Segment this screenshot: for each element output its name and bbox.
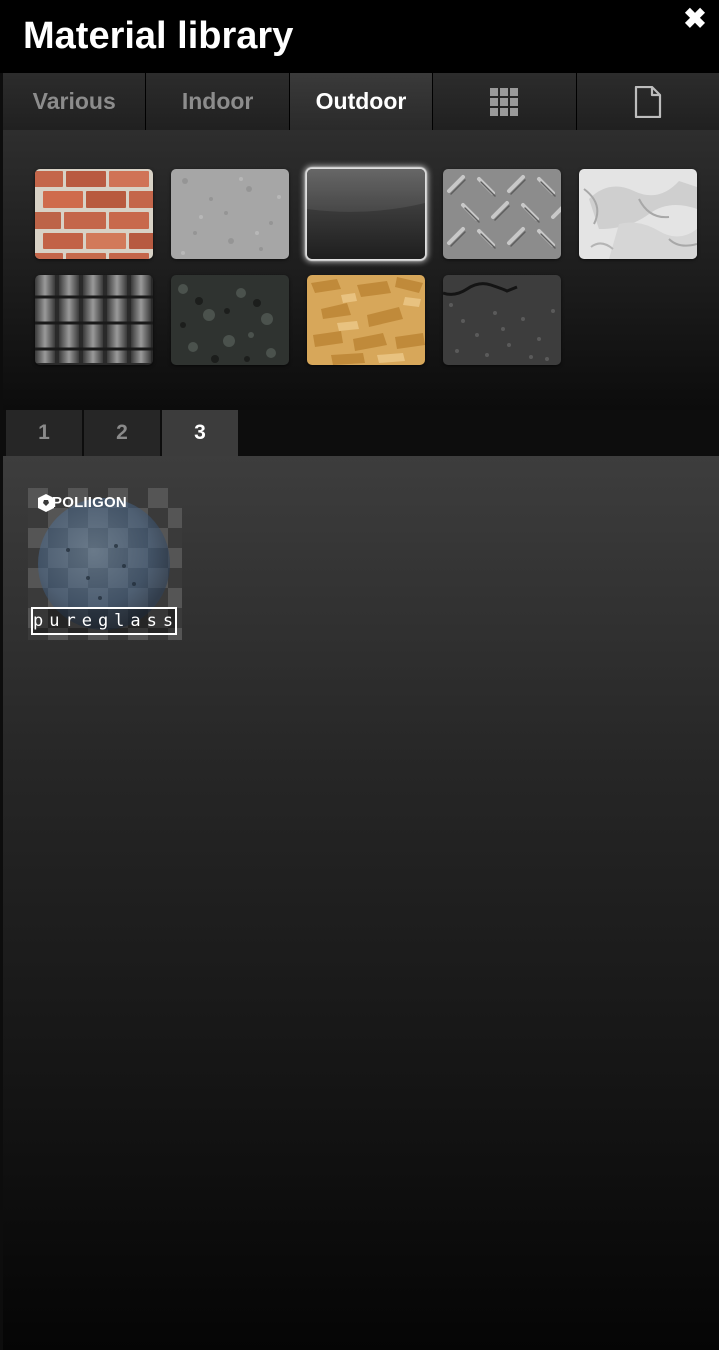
- tab-various[interactable]: Various: [3, 73, 146, 130]
- page-tab-3[interactable]: 3: [162, 410, 238, 456]
- material-dark-granite[interactable]: [171, 275, 289, 365]
- material-brick[interactable]: [35, 169, 153, 259]
- category-tabs: Various Indoor Outdoor: [3, 73, 719, 130]
- tab-grid-view[interactable]: [433, 73, 576, 130]
- material-asphalt[interactable]: [443, 275, 561, 365]
- material-diamond-plate[interactable]: [443, 169, 561, 259]
- document-icon: [634, 85, 661, 118]
- material-name-label: pureglass: [31, 607, 177, 635]
- header: Material library ✖: [0, 0, 719, 73]
- grid-icon: [490, 87, 519, 116]
- material-brand-label: POLIIGON: [52, 494, 127, 511]
- material-library-panel: Material library ✖ Various Indoor Outdoo…: [0, 0, 719, 1350]
- material-dark-glass[interactable]: [307, 169, 425, 259]
- material-white-plaster[interactable]: [579, 169, 697, 259]
- close-icon[interactable]: ✖: [682, 5, 708, 33]
- material-roof-tiles[interactable]: [35, 275, 153, 365]
- material-osb-wood[interactable]: [307, 275, 425, 365]
- tab-document[interactable]: [576, 73, 719, 130]
- tab-outdoor[interactable]: Outdoor: [289, 73, 433, 130]
- material-concrete[interactable]: [171, 169, 289, 259]
- panel-title: Material library: [23, 15, 294, 57]
- tab-indoor[interactable]: Indoor: [146, 73, 289, 130]
- page-tab-2[interactable]: 2: [84, 410, 160, 456]
- page-tab-1[interactable]: 1: [6, 410, 82, 456]
- page-tabs: 1 2 3: [6, 410, 240, 456]
